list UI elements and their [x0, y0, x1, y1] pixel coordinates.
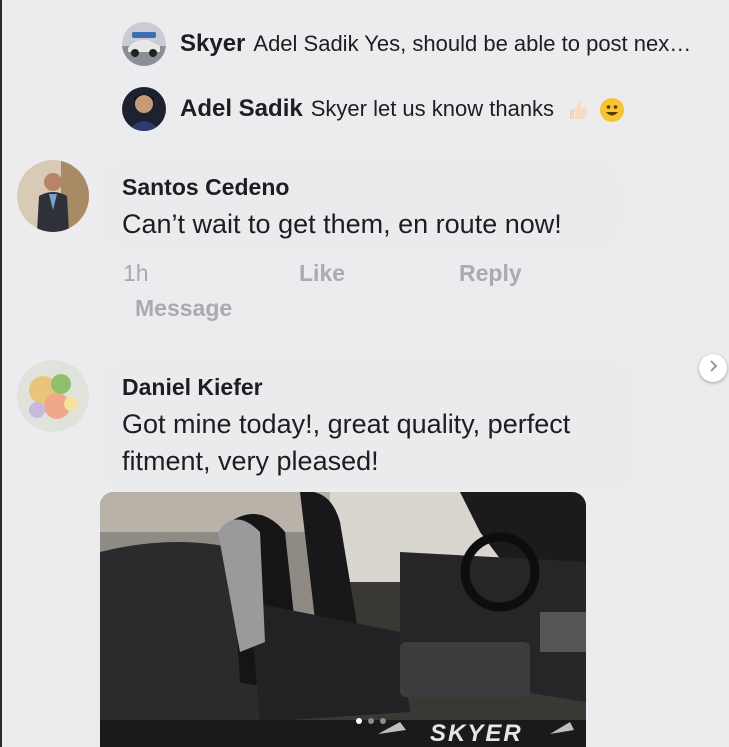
reply-skyer: Skyer Adel Sadik Yes, should be able to p… [122, 22, 691, 66]
reply-author[interactable]: Skyer [180, 30, 245, 57]
carousel-dot[interactable] [380, 718, 386, 724]
reply-text: Skyer let us know thanks [310, 96, 555, 121]
avatar[interactable] [122, 22, 166, 66]
comment-timestamp: 1h [123, 260, 149, 286]
carousel-dot-active[interactable] [356, 718, 362, 724]
avatar[interactable] [122, 87, 166, 131]
comment-text-line-2: fitment, very pleased! [122, 446, 379, 476]
message-button[interactable]: Message [135, 295, 232, 322]
comment-photo[interactable]: SKYER [100, 492, 586, 747]
reply-button[interactable]: Reply [459, 260, 522, 287]
next-button[interactable] [699, 354, 727, 382]
comment-text: Can’t wait to get them, en route now! [122, 209, 562, 239]
like-button[interactable]: Like [299, 260, 345, 287]
avatar[interactable] [17, 160, 89, 232]
chevron-right-icon [706, 359, 720, 378]
carousel-dot[interactable] [368, 718, 374, 724]
window-edge [0, 0, 2, 747]
reply-adel-sadik: Adel Sadik Skyer let us know thanks [122, 87, 625, 131]
reply-text: Adel Sadik Yes, should be able to post n… [253, 31, 692, 56]
photo-watermark: SKYER [430, 720, 523, 747]
thumbs-up-icon [566, 98, 590, 122]
comment-author[interactable]: Santos Cedeno [122, 174, 289, 201]
comment-author[interactable]: Daniel Kiefer [122, 374, 263, 401]
carousel-dots [356, 718, 386, 724]
avatar[interactable] [17, 360, 89, 432]
reply-author[interactable]: Adel Sadik [180, 95, 303, 122]
smiley-icon [600, 98, 625, 123]
comment-text-line-1: Got mine today!, great quality, perfect [122, 409, 571, 439]
